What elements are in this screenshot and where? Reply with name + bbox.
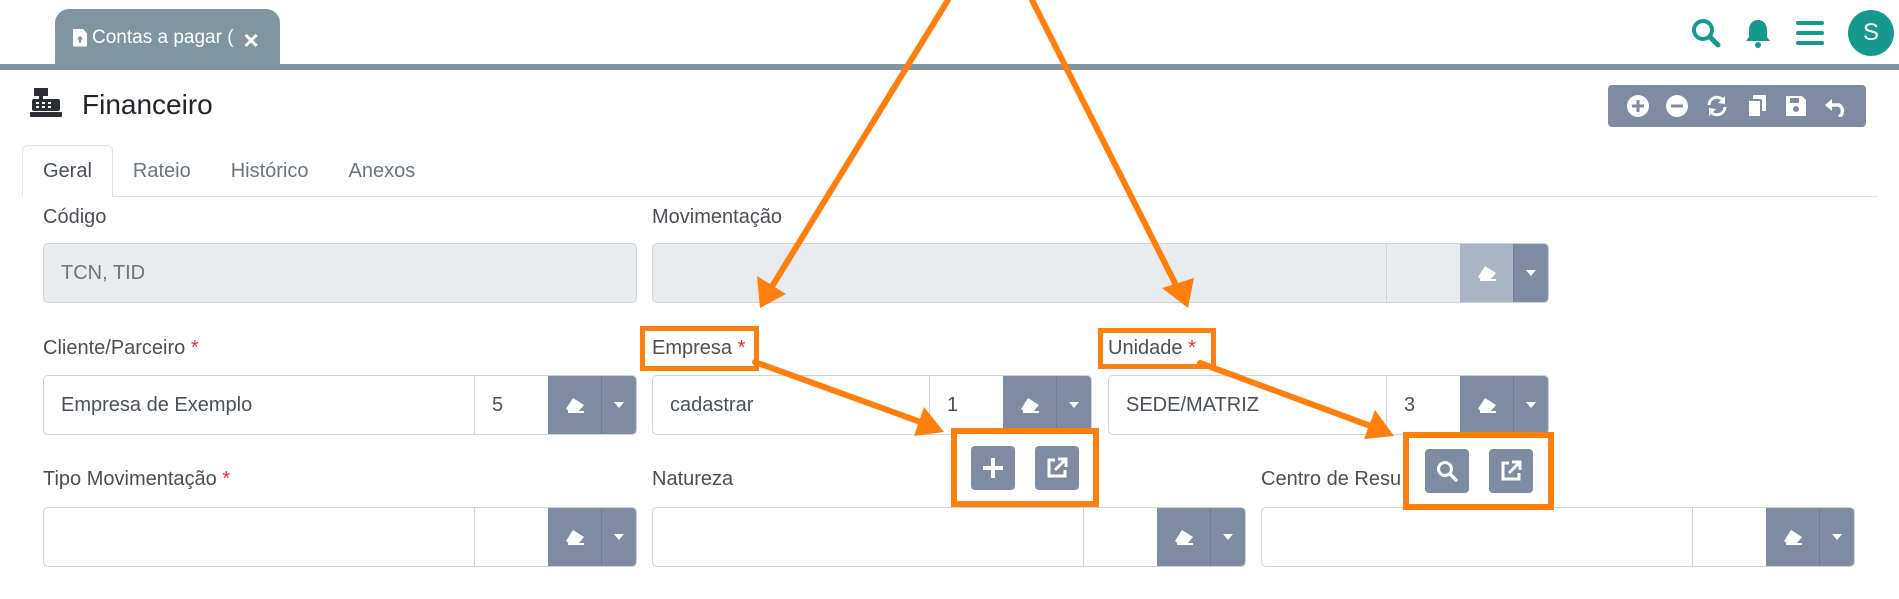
tab-historico[interactable]: Histórico	[211, 145, 329, 197]
chevron-down-icon[interactable]	[1210, 508, 1245, 566]
natureza-field[interactable]	[652, 507, 1246, 567]
form-tabs: Geral Rateio Histórico Anexos	[22, 145, 1878, 197]
codigo-label: Código	[43, 206, 107, 228]
top-divider	[0, 64, 1899, 70]
natureza-code	[1083, 508, 1157, 566]
top-bar: Contas a pagar ( × S	[0, 0, 1899, 66]
action-toolbar	[1608, 85, 1866, 127]
file-upload-icon	[73, 28, 87, 47]
required-mark: *	[190, 337, 199, 359]
codigo-field[interactable]: TCN, TID	[43, 243, 637, 303]
eraser-icon[interactable]	[1003, 376, 1056, 434]
centro-resultado-code	[1692, 508, 1766, 566]
page-title: Financeiro	[82, 88, 213, 120]
bell-icon[interactable]	[1742, 17, 1774, 49]
open-tab-contas-a-pagar[interactable]: Contas a pagar ( ×	[55, 9, 280, 66]
cliente-field[interactable]: Empresa de Exemplo 5	[43, 375, 637, 435]
tipo-movimentacao-code	[474, 508, 548, 566]
empresa-field[interactable]: cadastrar 1	[652, 375, 1092, 435]
copy-icon[interactable]	[1742, 91, 1772, 121]
minus-circle-icon[interactable]	[1662, 91, 1692, 121]
unidade-value: SEDE/MATRIZ	[1126, 393, 1259, 416]
page-header: Financeiro	[30, 86, 213, 123]
menu-icon[interactable]	[1794, 17, 1826, 49]
empresa-value: cadastrar	[670, 393, 754, 416]
movimentacao-value	[653, 244, 1386, 302]
centro-resultado-label: Centro de Resu	[1261, 468, 1402, 490]
cliente-value: Empresa de Exemplo	[61, 393, 253, 416]
cliente-label: Cliente/Parceiro *	[43, 337, 199, 359]
tab-rateio[interactable]: Rateio	[113, 145, 211, 197]
movimentacao-code	[1386, 244, 1460, 302]
external-link-icon[interactable]	[1035, 445, 1079, 490]
open-tab-label: Contas a pagar (	[92, 26, 234, 48]
chevron-down-icon[interactable]	[601, 508, 636, 566]
unidade-label-highlight	[1098, 328, 1216, 369]
empresa-label-highlight	[640, 326, 759, 371]
sync-icon[interactable]	[1702, 91, 1732, 121]
chevron-down-icon[interactable]	[1056, 376, 1091, 434]
undo-icon[interactable]	[1821, 91, 1851, 121]
cliente-code: 5	[474, 376, 548, 434]
eraser-icon[interactable]	[1460, 376, 1513, 434]
eraser-icon[interactable]	[548, 508, 601, 566]
eraser-icon[interactable]	[1766, 508, 1819, 566]
eraser-icon[interactable]	[548, 376, 601, 434]
centro-resultado-field[interactable]	[1261, 507, 1855, 567]
cash-register-icon	[30, 86, 62, 123]
top-icons: S	[1670, 10, 1899, 56]
chevron-down-icon[interactable]	[1513, 244, 1548, 302]
movimentacao-label: Movimentação	[652, 206, 783, 228]
chevron-down-icon[interactable]	[1513, 376, 1548, 434]
natureza-label: Natureza	[652, 468, 734, 490]
eraser-icon[interactable]	[1157, 508, 1210, 566]
required-mark: *	[222, 468, 231, 490]
unidade-code: 3	[1386, 376, 1460, 434]
unidade-field[interactable]: SEDE/MATRIZ 3	[1108, 375, 1549, 435]
empresa-actions-popup	[951, 428, 1099, 507]
natureza-value	[653, 508, 1083, 566]
eraser-icon[interactable]	[1460, 244, 1513, 302]
search-icon[interactable]	[1424, 449, 1469, 493]
centro-resultado-value	[1262, 508, 1692, 566]
search-icon[interactable]	[1690, 17, 1722, 49]
tab-geral[interactable]: Geral	[22, 145, 113, 197]
plus-icon[interactable]	[971, 445, 1015, 490]
chevron-down-icon[interactable]	[1819, 508, 1854, 566]
empresa-code: 1	[929, 376, 1003, 434]
external-link-icon[interactable]	[1488, 449, 1533, 493]
unidade-actions-popup	[1403, 432, 1554, 510]
save-icon[interactable]	[1781, 91, 1811, 121]
plus-circle-icon[interactable]	[1623, 91, 1653, 121]
close-icon[interactable]: ×	[244, 27, 259, 53]
tipo-movimentacao-field[interactable]	[43, 507, 637, 567]
tab-anexos[interactable]: Anexos	[329, 145, 436, 197]
user-avatar[interactable]: S	[1848, 10, 1894, 56]
tipo-movimentacao-value	[44, 508, 474, 566]
chevron-down-icon[interactable]	[601, 376, 636, 434]
tipo-movimentacao-label: Tipo Movimentação *	[43, 468, 231, 490]
movimentacao-field[interactable]	[652, 243, 1549, 303]
codigo-value: TCN, TID	[61, 261, 146, 284]
